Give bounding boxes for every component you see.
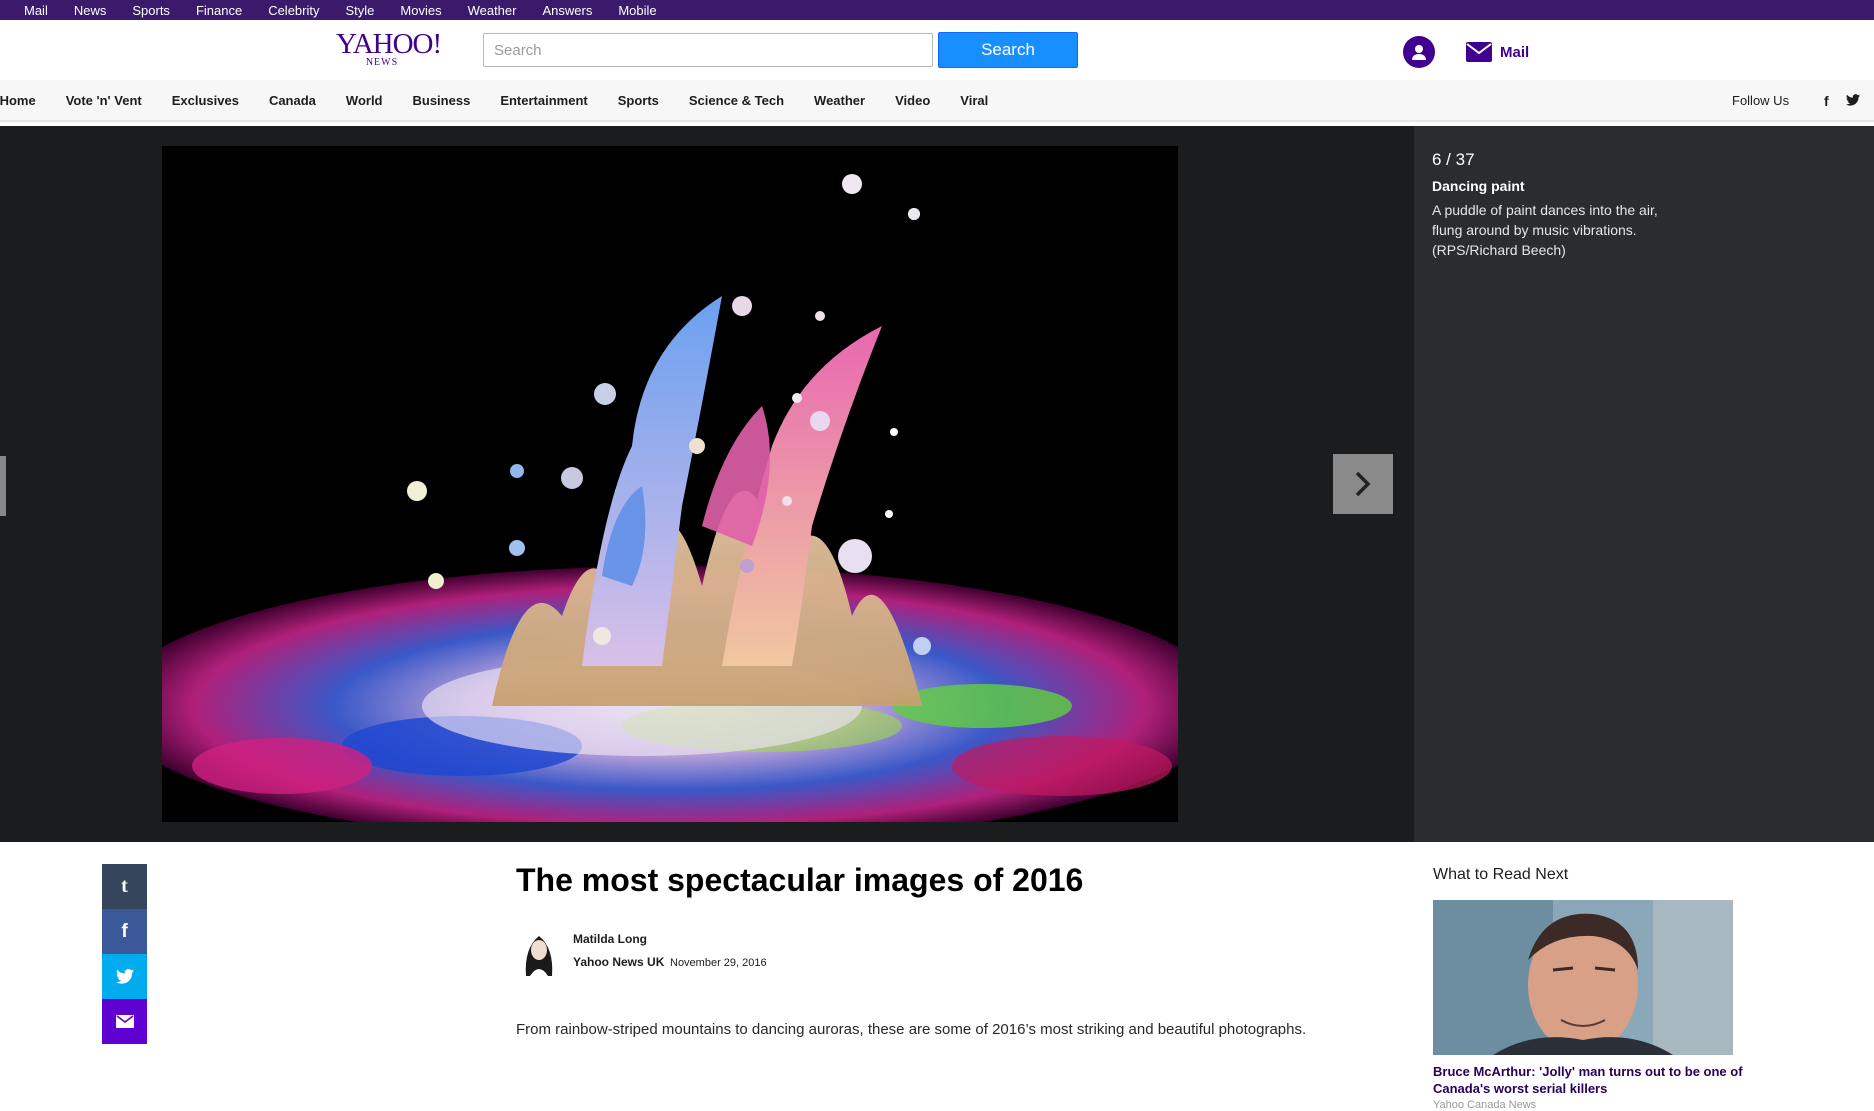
slideshow-photo[interactable] (162, 146, 1178, 822)
yahoo-news-logo[interactable]: YAHOO! NEWS (336, 28, 442, 70)
topbar-link-answers[interactable]: Answers (542, 3, 592, 18)
twitter-icon[interactable] (1846, 93, 1860, 111)
tumblr-share-button[interactable]: t (102, 864, 147, 909)
facebook-share-icon: f (121, 920, 128, 942)
article-intro: From rainbow-striped mountains to dancin… (516, 1021, 1307, 1038)
facebook-icon[interactable]: f (1824, 93, 1829, 109)
topbar-link-news[interactable]: News (74, 3, 107, 18)
logo-main: YAHOO! (336, 28, 442, 60)
slide-caption-title: Dancing paint (1432, 178, 1525, 194)
follow-us-label: Follow Us (1732, 93, 1790, 108)
mail-link[interactable]: Mail (1466, 40, 1529, 64)
read-next-source: Yahoo Canada News (1433, 1099, 1537, 1111)
topbar-link-sports[interactable]: Sports (132, 3, 170, 18)
slideshow (0, 126, 1414, 842)
facebook-share-button[interactable]: f (102, 909, 147, 954)
search-button[interactable]: Search (938, 32, 1078, 68)
nav-item-weather[interactable]: Weather (814, 93, 865, 108)
slideshow-caption-panel: 6 / 37 Dancing paint A puddle of paint d… (1414, 126, 1874, 842)
read-next-headline[interactable]: Bruce McArthur: 'Jolly' man turns out to… (1433, 1063, 1743, 1097)
mail-link-label: Mail (1500, 43, 1530, 61)
nav-item-business[interactable]: Business (413, 93, 471, 108)
mail-icon (1466, 42, 1492, 62)
article-headline: The most spectacular images of 2016 (516, 862, 1084, 898)
nav-item-video[interactable]: Video (895, 93, 930, 108)
article-date: November 29, 2016 (670, 957, 767, 969)
topbar-link-celebrity[interactable]: Celebrity (268, 3, 319, 18)
topbar-link-finance[interactable]: Finance (196, 3, 242, 18)
nav-item-sports[interactable]: Sports (618, 93, 659, 108)
share-bar: t f (102, 864, 147, 1044)
tumblr-icon: t (121, 875, 128, 897)
chevron-right-icon (1355, 471, 1371, 497)
topbar-link-mobile[interactable]: Mobile (618, 3, 656, 18)
email-share-button[interactable] (102, 999, 147, 1044)
top-bar: Mail News Sports Finance Celebrity Style… (0, 0, 1874, 20)
author-publisher: Yahoo News UK (573, 955, 665, 969)
author-name[interactable]: Matilda Long (573, 932, 647, 946)
nav-item-canada[interactable]: Canada (269, 93, 316, 108)
read-next-image[interactable] (1433, 900, 1733, 1055)
profile-icon[interactable] (1403, 36, 1435, 68)
topbar-link-style[interactable]: Style (345, 3, 374, 18)
nav-item-science-tech[interactable]: Science & Tech (689, 93, 784, 108)
author-avatar[interactable] (516, 928, 562, 976)
nav-item-news-home[interactable]: News Home (0, 93, 36, 108)
envelope-icon (115, 1015, 134, 1028)
topbar-link-movies[interactable]: Movies (400, 3, 441, 18)
read-next-title: What to Read Next (1433, 866, 1569, 883)
next-slide-button[interactable] (1333, 454, 1393, 514)
nav-item-exclusives[interactable]: Exclusives (172, 93, 239, 108)
topbar-link-mail[interactable]: Mail (24, 3, 48, 18)
slide-counter: 6 / 37 (1432, 150, 1475, 169)
nav-item-vote-n-vent[interactable]: Vote 'n' Vent (66, 93, 142, 108)
previous-slide-button[interactable] (0, 456, 6, 516)
search-input[interactable] (483, 33, 933, 67)
section-nav: News Home Vote 'n' Vent Exclusives Canad… (0, 80, 1874, 122)
nav-item-world[interactable]: World (346, 93, 383, 108)
twitter-share-button[interactable] (102, 954, 147, 999)
nav-item-viral[interactable]: Viral (960, 93, 988, 108)
header: YAHOO! NEWS Search Mail (0, 20, 1874, 80)
nav-item-entertainment[interactable]: Entertainment (500, 93, 587, 108)
twitter-share-icon (115, 969, 134, 984)
topbar-link-weather[interactable]: Weather (468, 3, 517, 18)
slide-caption-text: A puddle of paint dances into the air, f… (1432, 202, 1658, 258)
